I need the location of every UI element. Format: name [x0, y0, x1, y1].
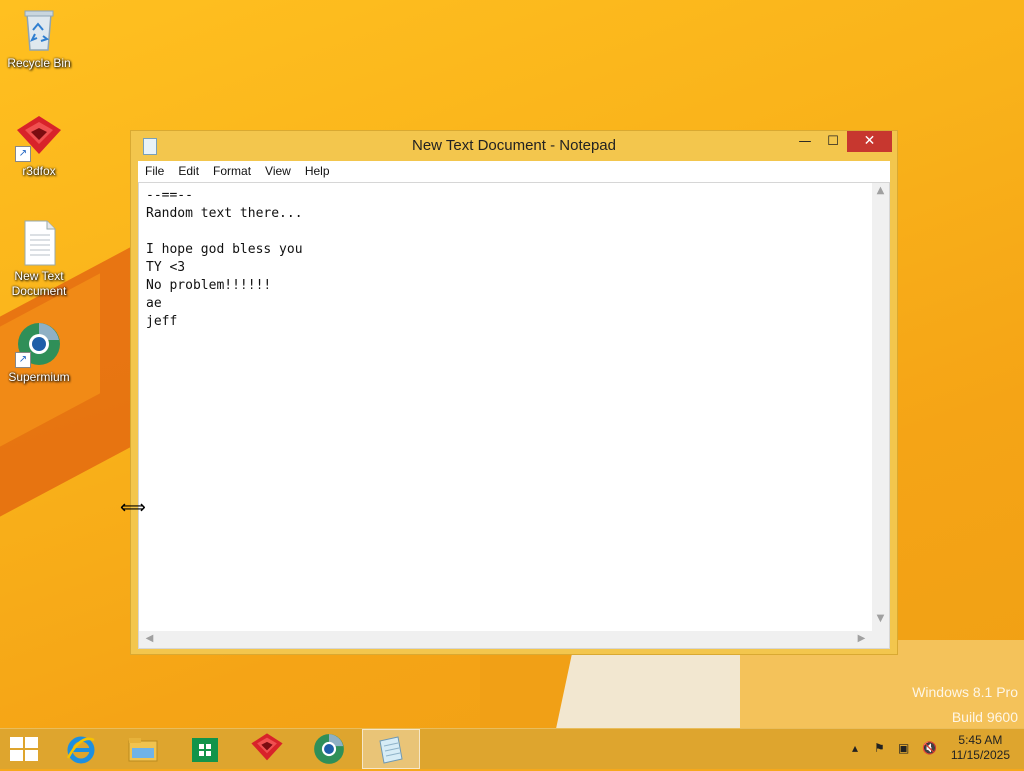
window-title: New Text Document - Notepad — [412, 137, 616, 154]
document-text[interactable]: --==-- Random text there... I hope god b… — [146, 187, 866, 617]
close-button[interactable]: ✕ — [847, 131, 892, 152]
notepad-titlebar[interactable]: New Text Document - Notepad — ☐ ✕ — [131, 131, 897, 161]
scroll-down-arrow-icon[interactable]: ▼ — [872, 613, 889, 624]
horizontal-scrollbar[interactable]: ◀ ▶ — [139, 631, 872, 648]
scroll-right-arrow-icon[interactable]: ▶ — [853, 633, 870, 644]
menu-format[interactable]: Format — [206, 161, 258, 178]
network-icon[interactable]: ▣ — [898, 741, 909, 755]
desktop-background: Recycle Bin ↗ r3dfox New Text Document ↗… — [0, 0, 1024, 728]
vertical-scrollbar[interactable]: ▲ ▼ — [872, 183, 889, 631]
taskbar-notepad[interactable] — [362, 729, 420, 769]
supermium-icon — [314, 734, 344, 764]
taskbar: ▴ ⚑ ▣ 🔇 5:45 AM 11/15/2025 — [0, 728, 1024, 769]
clock-time: 5:45 AM — [958, 733, 1003, 747]
taskbar-r3dfox[interactable] — [238, 729, 296, 769]
desktop-icon-label: r3dfox — [22, 164, 56, 178]
windows-logo-icon — [10, 737, 23, 748]
menu-view[interactable]: View — [258, 161, 298, 178]
supermium-icon: ↗ — [15, 320, 63, 368]
action-center-flag-icon[interactable]: ⚑ — [874, 741, 885, 755]
shortcut-arrow-icon: ↗ — [15, 352, 31, 368]
maximize-button[interactable]: ☐ — [819, 131, 847, 152]
r3dfox-icon: ↗ — [15, 114, 63, 162]
desktop-icon-new-text-document[interactable]: New Text Document — [1, 219, 77, 299]
folder-icon — [128, 738, 158, 762]
desktop-icon-recycle-bin[interactable]: Recycle Bin — [1, 6, 77, 71]
store-icon — [192, 738, 218, 762]
windows-version-watermark: Windows 8.1 Pro — [912, 684, 1018, 700]
clock-date: 11/15/2025 — [950, 748, 1010, 762]
scroll-up-arrow-icon[interactable]: ▲ — [872, 185, 889, 196]
internet-explorer-icon — [66, 736, 95, 764]
minimize-button[interactable]: — — [791, 131, 819, 152]
text-document-icon — [15, 219, 63, 267]
menu-edit[interactable]: Edit — [171, 161, 206, 178]
desktop-icon-r3dfox[interactable]: ↗ r3dfox — [1, 114, 77, 179]
desktop-icon-supermium[interactable]: ↗ Supermium — [1, 320, 77, 385]
desktop-icon-label: Supermium — [8, 370, 70, 384]
menu-help[interactable]: Help — [298, 161, 337, 178]
system-clock[interactable]: 5:45 AM 11/15/2025 — [951, 733, 1010, 763]
desktop-icon-label: New Text Document — [11, 269, 67, 298]
notepad-window[interactable]: New Text Document - Notepad — ☐ ✕ File Ed… — [130, 130, 898, 655]
resize-cursor-icon: ⟺ — [120, 497, 146, 518]
taskbar-internet-explorer[interactable] — [52, 729, 110, 769]
text-editor[interactable]: --==-- Random text there... I hope god b… — [138, 182, 890, 649]
menu-bar: File Edit Format View Help — [138, 161, 890, 183]
menu-file[interactable]: File — [138, 161, 171, 178]
notepad-icon — [379, 736, 403, 764]
size-grip-icon[interactable] — [872, 631, 889, 648]
r3dfox-icon — [251, 733, 283, 761]
taskbar-store[interactable] — [176, 729, 234, 769]
start-button[interactable] — [10, 737, 38, 761]
volume-muted-icon[interactable]: 🔇 — [922, 741, 937, 755]
windows-build-watermark: Build 9600 — [951, 709, 1018, 725]
desktop-icon-label: Recycle Bin — [7, 56, 71, 70]
recycle-bin-icon — [15, 6, 63, 54]
taskbar-supermium[interactable] — [300, 729, 358, 769]
shortcut-arrow-icon: ↗ — [15, 146, 31, 162]
taskbar-file-explorer[interactable] — [114, 729, 172, 769]
show-hidden-icons-icon[interactable]: ▴ — [852, 741, 858, 755]
scroll-left-arrow-icon[interactable]: ◀ — [141, 633, 158, 644]
